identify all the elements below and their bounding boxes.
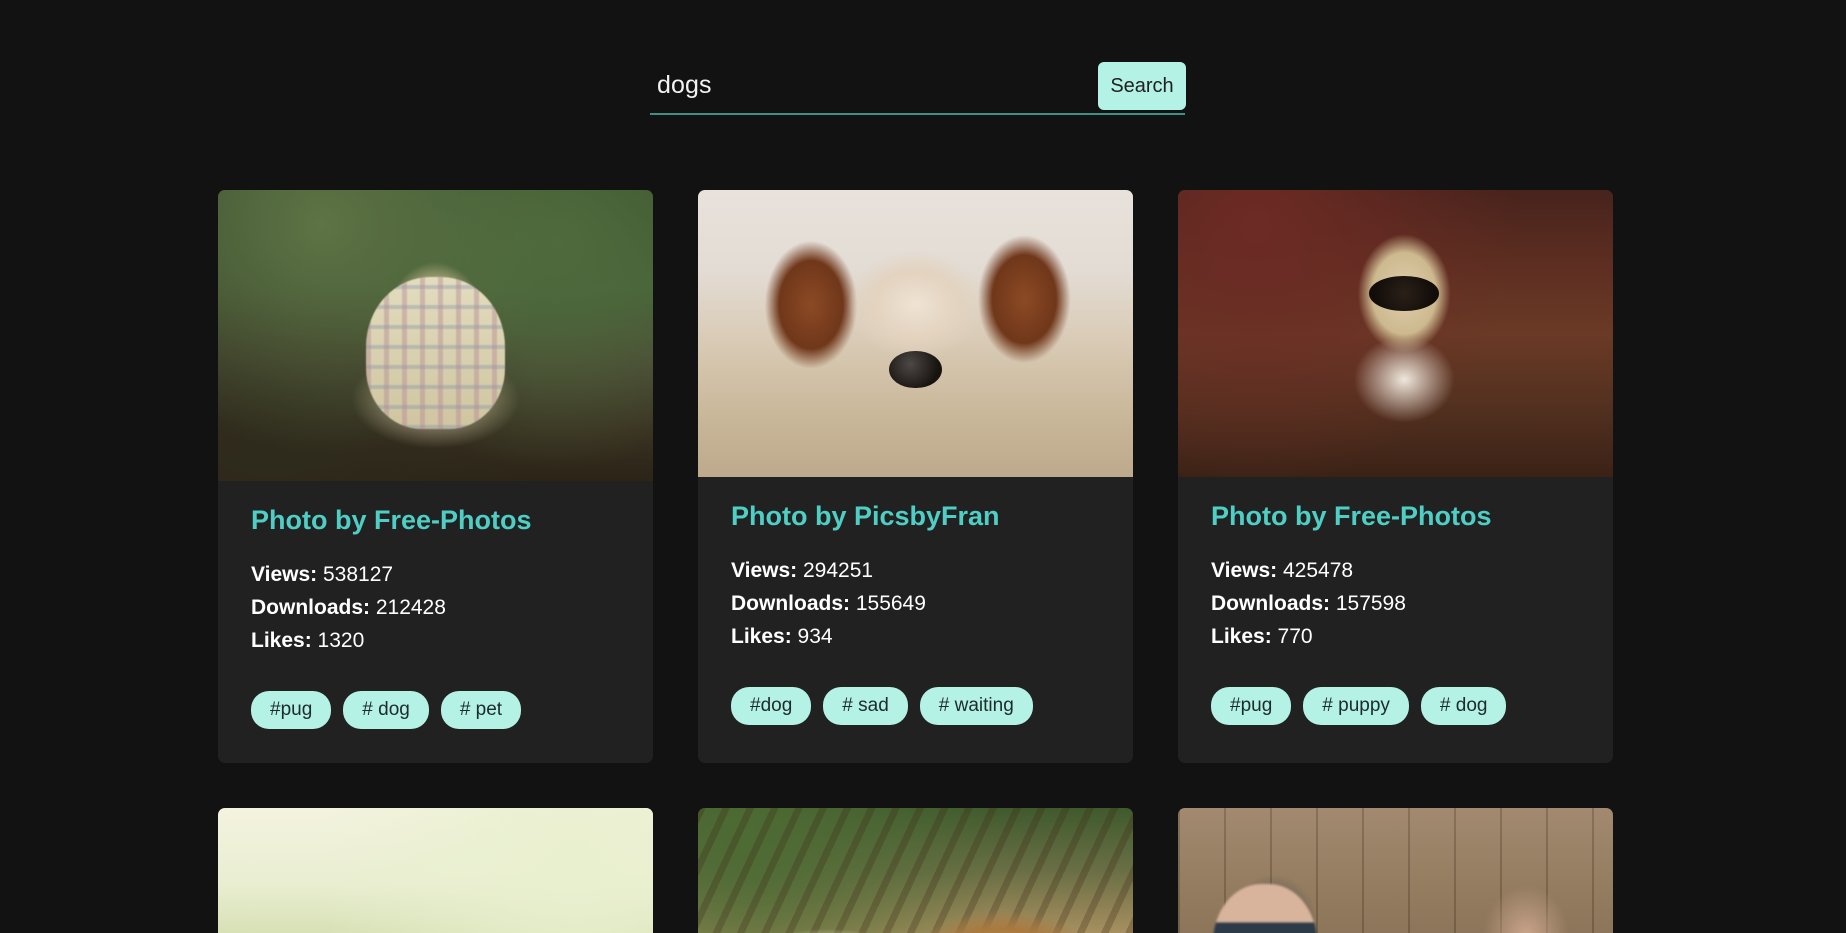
likes-value: 1320 bbox=[317, 629, 365, 653]
photo-thumbnail[interactable] bbox=[698, 808, 1133, 933]
photo-thumbnail[interactable] bbox=[218, 190, 653, 481]
likes-label: Likes: bbox=[1211, 625, 1272, 649]
photo-image bbox=[1178, 808, 1613, 933]
tag-chip[interactable]: # pet bbox=[440, 691, 522, 730]
photo-image bbox=[218, 190, 653, 481]
search-button[interactable]: Search bbox=[1098, 62, 1186, 110]
downloads-value: 212428 bbox=[375, 596, 446, 620]
downloads-label: Downloads: bbox=[731, 592, 850, 616]
views-label: Views: bbox=[1211, 559, 1278, 583]
tag-chip[interactable]: # puppy bbox=[1303, 687, 1409, 726]
tag-chip[interactable]: #pug bbox=[1211, 687, 1292, 726]
photo-search-page: Search Photo by Free-Photos Views: 53812… bbox=[0, 0, 1846, 933]
search-bar: Search bbox=[650, 55, 1186, 125]
photo-likes: Likes: 1320 bbox=[251, 624, 620, 657]
photo-downloads: Downloads: 212428 bbox=[251, 591, 620, 624]
photo-card-body: Photo by PicsbyFran Views: 294251 Downlo… bbox=[698, 477, 1133, 653]
photo-views: Views: 538127 bbox=[251, 558, 620, 591]
likes-value: 770 bbox=[1277, 625, 1313, 649]
tag-chip[interactable]: # sad bbox=[823, 687, 908, 726]
photo-downloads: Downloads: 155649 bbox=[731, 587, 1100, 620]
tag-chip[interactable]: # dog bbox=[1420, 687, 1507, 726]
tag-chip[interactable]: # waiting bbox=[919, 687, 1033, 726]
photo-card[interactable] bbox=[1178, 808, 1613, 933]
photo-card-body: Photo by Free-Photos Views: 538127 Downl… bbox=[218, 481, 653, 657]
photo-author-title: Photo by PicsbyFran bbox=[731, 501, 1000, 531]
downloads-value: 155649 bbox=[855, 592, 926, 616]
photo-image bbox=[698, 190, 1133, 477]
photo-card[interactable]: Photo by Free-Photos Views: 538127 Downl… bbox=[218, 190, 653, 764]
photo-card[interactable]: Photo by PicsbyFran Views: 294251 Downlo… bbox=[698, 190, 1133, 764]
views-value: 425478 bbox=[1283, 559, 1354, 583]
views-value: 294251 bbox=[803, 559, 874, 583]
photo-views: Views: 294251 bbox=[731, 554, 1100, 587]
tag-chip[interactable]: #dog bbox=[731, 687, 812, 726]
photo-image bbox=[698, 808, 1133, 933]
tag-chip[interactable]: # dog bbox=[343, 691, 429, 730]
views-value: 538127 bbox=[323, 563, 394, 587]
photo-tags: #dog # sad # waiting bbox=[698, 653, 1133, 759]
photo-thumbnail[interactable] bbox=[1178, 808, 1613, 933]
views-label: Views: bbox=[731, 559, 798, 583]
photo-card[interactable]: Photo by Free-Photos Views: 425478 Downl… bbox=[1178, 190, 1613, 764]
photo-card[interactable] bbox=[218, 808, 653, 933]
tag-chip[interactable]: #pug bbox=[251, 691, 332, 730]
likes-label: Likes: bbox=[251, 629, 312, 653]
photo-author-title: Photo by Free-Photos bbox=[251, 505, 532, 535]
photo-tags: #pug # puppy # dog bbox=[1178, 653, 1613, 759]
photo-image bbox=[218, 808, 653, 933]
photo-card-body: Photo by Free-Photos Views: 425478 Downl… bbox=[1178, 477, 1613, 653]
photo-author-title: Photo by Free-Photos bbox=[1211, 501, 1492, 531]
photo-likes: Likes: 770 bbox=[1211, 620, 1580, 653]
results-grid: Photo by Free-Photos Views: 538127 Downl… bbox=[218, 190, 1614, 933]
photo-card[interactable] bbox=[698, 808, 1133, 933]
downloads-value: 157598 bbox=[1335, 592, 1406, 616]
downloads-label: Downloads: bbox=[251, 596, 370, 620]
photo-downloads: Downloads: 157598 bbox=[1211, 587, 1580, 620]
search-input[interactable] bbox=[657, 61, 1087, 109]
photo-tags: #pug # dog # pet bbox=[218, 657, 653, 763]
downloads-label: Downloads: bbox=[1211, 592, 1330, 616]
photo-views: Views: 425478 bbox=[1211, 554, 1580, 587]
views-label: Views: bbox=[251, 563, 318, 587]
photo-thumbnail[interactable] bbox=[698, 190, 1133, 477]
photo-thumbnail[interactable] bbox=[1178, 190, 1613, 477]
photo-likes: Likes: 934 bbox=[731, 620, 1100, 653]
photo-thumbnail[interactable] bbox=[218, 808, 653, 933]
likes-value: 934 bbox=[797, 625, 833, 649]
likes-label: Likes: bbox=[731, 625, 792, 649]
photo-image bbox=[1178, 190, 1613, 477]
